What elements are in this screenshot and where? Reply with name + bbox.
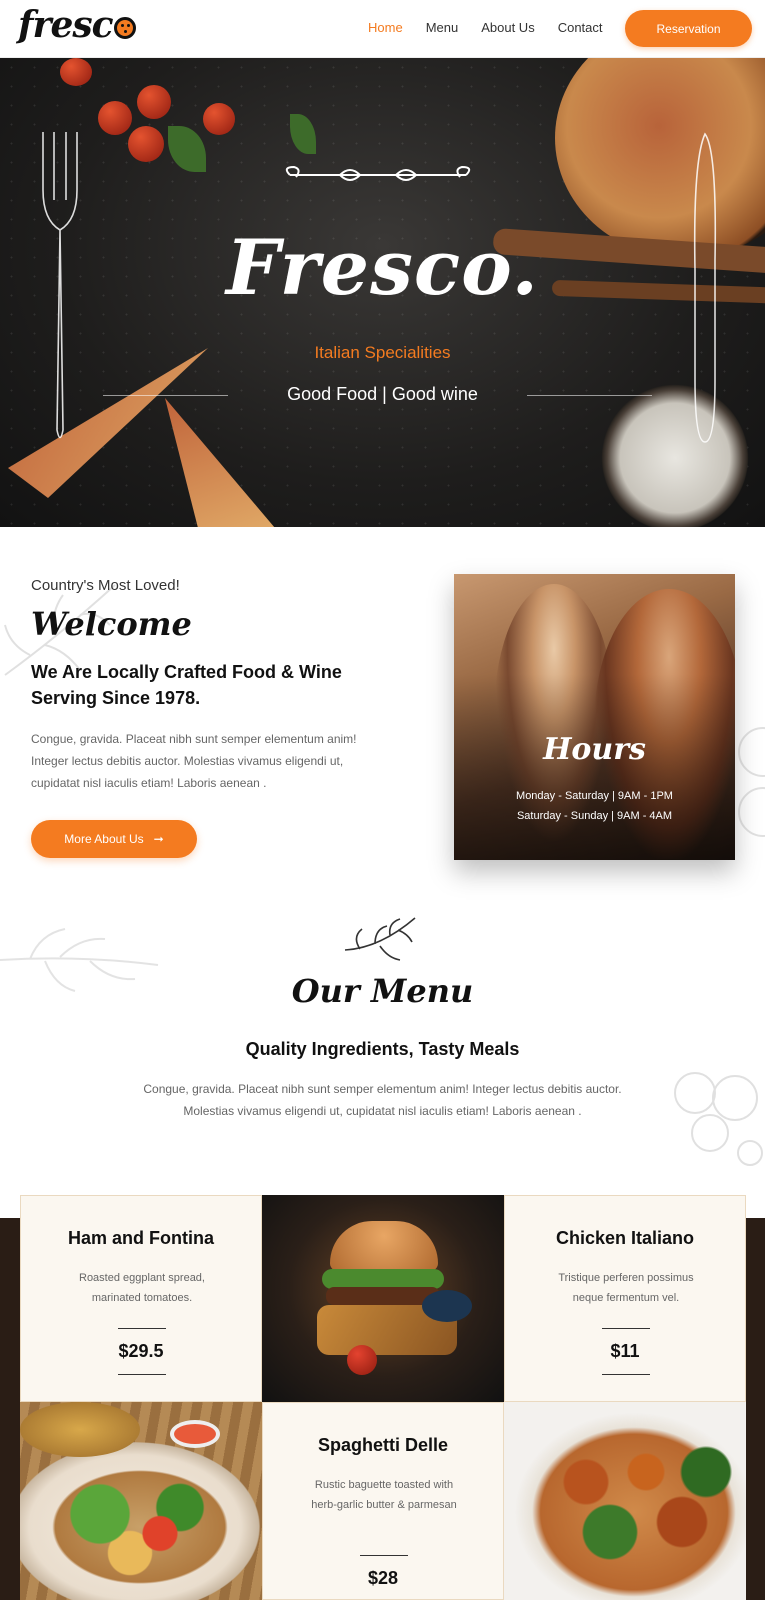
chicken-dish-image — [504, 1402, 746, 1600]
welcome-kicker: Country's Most Loved! — [31, 577, 180, 594]
menu-item-card[interactable]: Chicken Italiano Tristique perferen poss… — [504, 1195, 746, 1402]
nav-menu[interactable]: Menu — [426, 20, 459, 35]
divider — [602, 1328, 650, 1329]
hero-banner: Fresco. Italian Specialities Good Food |… — [0, 58, 765, 527]
menu-item-price: $11 — [610, 1341, 640, 1361]
burger-image — [262, 1195, 504, 1402]
menu-section-heading: Quality Ingredients, Tasty Meals — [245, 1039, 520, 1059]
burger-bun-image — [330, 1221, 438, 1271]
sauce-bowl-image — [422, 1290, 472, 1322]
nav-about-us[interactable]: About Us — [481, 20, 534, 35]
menu-item-description: Roasted eggplant spread, marinated tomat… — [79, 1272, 205, 1304]
tomato-image — [203, 103, 235, 135]
menu-section-body: Congue, gravida. Placeat nibh sunt sempe… — [143, 1082, 622, 1118]
menu-item-card[interactable]: Ham and Fontina Roasted eggplant spread,… — [20, 1195, 262, 1402]
flourish-icon — [285, 165, 471, 181]
reservation-button[interactable]: Reservation — [625, 10, 752, 47]
divider — [118, 1328, 166, 1329]
menu-item-card[interactable]: Spaghetti Delle Rustic baguette toasted … — [262, 1402, 504, 1600]
hours-weekday: Monday - Saturday | 9AM - 1PM — [516, 790, 673, 802]
menu-item-name: Ham and Fontina — [67, 1228, 214, 1248]
welcome-heading: We Are Locally Crafted Food & Wine Servi… — [31, 662, 342, 708]
tomato-image — [60, 58, 92, 86]
logo[interactable]: fresc — [18, 4, 136, 46]
main-nav: Home Menu About Us Contact — [368, 20, 603, 35]
salad-food-image — [40, 1462, 240, 1592]
hero-title: Fresco. — [226, 223, 539, 312]
salad-image — [20, 1402, 262, 1600]
sauce-bowl-image — [170, 1420, 220, 1448]
menu-item-price: $28 — [367, 1568, 399, 1588]
menu-item-description: Tristique perferen possimus neque fermen… — [558, 1272, 694, 1304]
divider — [602, 1374, 650, 1375]
site-header: fresc Home Menu About Us Contact Reserva… — [0, 0, 765, 58]
hours-card: Hours Monday - Saturday | 9AM - 1PM Satu… — [454, 574, 735, 860]
welcome-title: Welcome — [31, 605, 192, 643]
hours-title: Hours — [543, 732, 646, 767]
hero-subtitle: Italian Specialities — [314, 343, 451, 362]
vegetables-doodle-icon — [674, 1072, 763, 1166]
hours-weekend: Saturday - Sunday | 9AM - 4AM — [516, 810, 673, 822]
tomato-image — [98, 101, 132, 135]
more-about-us-label: More About Us — [64, 832, 144, 846]
noodle-bowl-image — [20, 1402, 140, 1457]
divider — [360, 1555, 408, 1556]
nav-contact[interactable]: Contact — [558, 20, 603, 35]
divider — [527, 395, 652, 396]
lettuce-image — [322, 1269, 444, 1289]
menu-item-description: Rustic baguette toasted with herb-garlic… — [311, 1479, 457, 1511]
tomato-image — [128, 126, 164, 162]
welcome-body: Congue, gravida. Placeat nibh sunt sempe… — [31, 732, 357, 790]
arrow-right-icon: ➞ — [153, 832, 164, 846]
chicken-food-image — [514, 1412, 746, 1600]
herb-sprig-icon — [344, 917, 416, 961]
divider — [118, 1374, 166, 1375]
tomato-image — [137, 85, 171, 119]
more-about-us-button[interactable]: More About Us ➞ — [31, 820, 197, 858]
nav-home[interactable]: Home — [368, 20, 403, 35]
logo-text: fresc — [18, 4, 114, 46]
menu-item-price: $29.5 — [118, 1341, 164, 1361]
pizza-doodle-icon — [738, 727, 765, 837]
menu-item-name: Chicken Italiano — [555, 1228, 695, 1248]
menu-section-title: Our Menu — [291, 972, 474, 1010]
tomato-image — [347, 1345, 377, 1375]
pizza-logo-icon — [113, 17, 136, 39]
menu-item-name: Spaghetti Delle — [317, 1435, 449, 1455]
